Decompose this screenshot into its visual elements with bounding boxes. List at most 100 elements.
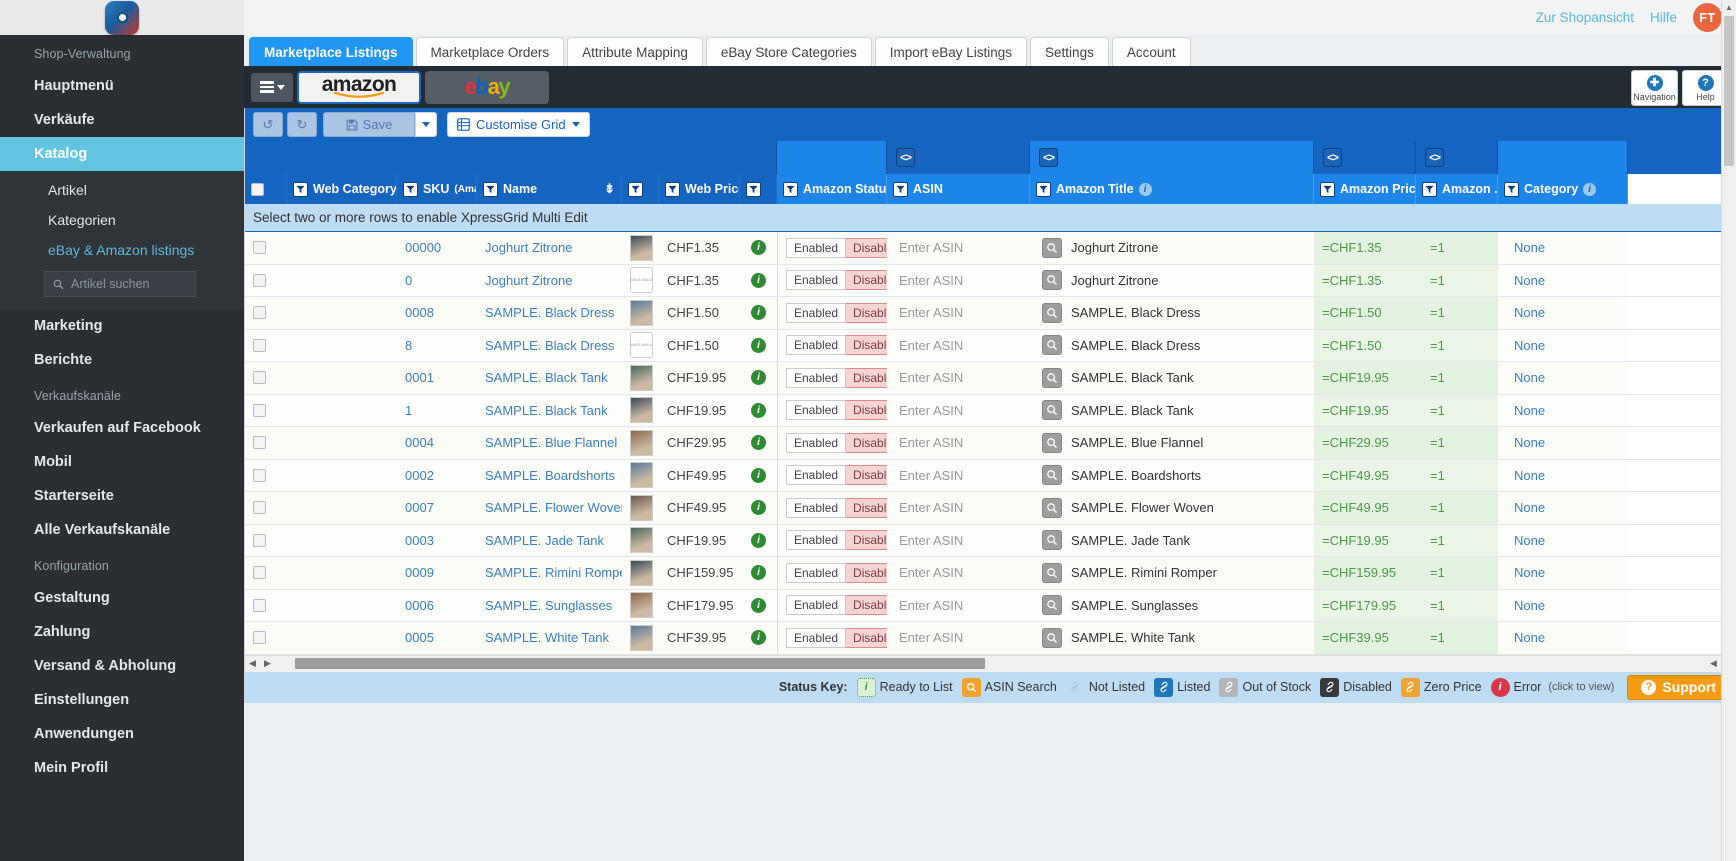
cell-asin[interactable]: Enter ASIN xyxy=(887,557,1030,589)
cell-amazon_qty[interactable]: =1 xyxy=(1416,524,1498,556)
row-checkbox[interactable] xyxy=(253,436,266,450)
marketplace-tab-amazon[interactable]: amazon xyxy=(297,70,421,104)
disabled-option[interactable]: Disabled xyxy=(846,627,887,648)
cell-amazon_title[interactable]: SAMPLE. Rimini Romper xyxy=(1030,557,1314,589)
cell-amazon_title[interactable]: SAMPLE. Black Dress xyxy=(1030,297,1314,329)
cell-amazon_qty[interactable]: =1 xyxy=(1416,264,1498,296)
cell-name[interactable]: SAMPLE. Flower Woven xyxy=(477,492,622,524)
row-checkbox[interactable] xyxy=(253,533,266,547)
cell-sku[interactable]: 0008 xyxy=(397,297,477,329)
asin-input[interactable]: Enter ASIN xyxy=(899,630,963,645)
cell-amazon_status[interactable]: EnabledDisabled xyxy=(777,589,887,621)
cell-asin[interactable]: Enter ASIN xyxy=(887,362,1030,394)
cell-image[interactable] xyxy=(622,362,659,394)
cell-web_price[interactable]: CHF29.95 xyxy=(659,427,740,459)
row-checkbox[interactable] xyxy=(253,371,266,385)
cell-web_price[interactable]: CHF19.95 xyxy=(659,362,740,394)
cell-web_info[interactable]: i xyxy=(740,232,777,264)
cell-category[interactable]: None xyxy=(1498,394,1628,426)
sidebar-item-gestaltung[interactable]: Gestaltung xyxy=(0,581,244,615)
asin-search-icon[interactable] xyxy=(1042,302,1062,323)
cell-image[interactable]: NO IMAGE AVAILABLE xyxy=(622,329,659,361)
ready-to-list-icon[interactable]: i xyxy=(751,500,766,516)
enabled-option[interactable]: Enabled xyxy=(786,595,847,616)
cell-web_info[interactable]: i xyxy=(740,427,777,459)
disabled-option[interactable]: Disabled xyxy=(846,465,887,486)
sidebar-item-marketing[interactable]: Marketing xyxy=(0,309,244,343)
cell-check[interactable] xyxy=(245,459,287,491)
sidebar-item-berichte[interactable]: Berichte xyxy=(0,343,244,377)
table-row[interactable]: 0008 SAMPLE. Black Dress CHF1.50 i Enabled Di… xyxy=(245,297,1736,330)
cell-name[interactable]: SAMPLE. Sunglasses xyxy=(477,589,622,621)
ready-to-list-icon[interactable]: i xyxy=(751,337,766,353)
scroll-right-small-icon[interactable]: ▶ xyxy=(260,658,275,669)
ready-to-list-icon[interactable]: i xyxy=(751,240,766,256)
asin-search-icon[interactable] xyxy=(1042,595,1062,616)
column-header-image[interactable] xyxy=(622,174,659,204)
status-key-disabled[interactable]: Disabled xyxy=(1320,677,1392,697)
cell-name[interactable]: SAMPLE. Blue Flannel xyxy=(477,427,622,459)
status-key-out-of-stock[interactable]: Out of Stock xyxy=(1219,677,1311,697)
cell-amazon_status[interactable]: EnabledDisabled xyxy=(777,394,887,426)
enabled-option[interactable]: Enabled xyxy=(786,497,847,518)
tab-account[interactable]: Account xyxy=(1111,37,1191,66)
cell-web_price[interactable]: CHF1.50 xyxy=(659,329,740,361)
cell-check[interactable] xyxy=(245,362,287,394)
tab-ebay-store-categories[interactable]: eBay Store Categories xyxy=(705,37,872,66)
cell-image[interactable] xyxy=(622,232,659,264)
column-header-category[interactable]: Category i xyxy=(1498,174,1628,204)
column-header-amazon_status[interactable]: Amazon Status xyxy=(777,174,887,204)
asin-input[interactable]: Enter ASIN xyxy=(899,468,963,483)
marketplace-tab-ebay[interactable]: ebay xyxy=(425,70,549,104)
cell-web_price[interactable]: CHF19.95 xyxy=(659,524,740,556)
row-checkbox[interactable] xyxy=(253,566,266,580)
cell-name[interactable]: Joghurt Zitrone xyxy=(477,232,622,264)
cell-asin[interactable]: Enter ASIN xyxy=(887,589,1030,621)
cell-amazon_price[interactable]: =CHF1.50 xyxy=(1314,297,1416,329)
ready-to-list-icon[interactable]: i xyxy=(751,435,766,451)
asin-search-icon[interactable] xyxy=(1042,270,1062,291)
enabled-option[interactable]: Enabled xyxy=(786,400,847,421)
code-toggle-icon[interactable]: <> xyxy=(1425,148,1444,167)
table-row[interactable]: 0006 SAMPLE. Sunglasses CHF179.95 i Enabled D… xyxy=(245,589,1736,622)
cell-web_price[interactable]: CHF1.50 xyxy=(659,297,740,329)
cell-amazon_qty[interactable]: =1 xyxy=(1416,427,1498,459)
cell-sku[interactable]: 0009 xyxy=(397,557,477,589)
asin-search-icon[interactable] xyxy=(1042,367,1062,388)
cell-name[interactable]: SAMPLE. Boardshorts xyxy=(477,459,622,491)
cell-sku[interactable]: 0006 xyxy=(397,589,477,621)
scroll-left-end-icon[interactable]: ◀ xyxy=(1706,658,1721,669)
sidebar-item-hauptmenu[interactable]: Hauptmenü xyxy=(0,69,244,103)
status-key-not-listed[interactable]: Not Listed xyxy=(1066,680,1145,694)
cell-amazon_qty[interactable]: =1 xyxy=(1416,362,1498,394)
cell-category[interactable]: None xyxy=(1498,622,1628,654)
cell-amazon_status[interactable]: EnabledDisabled xyxy=(777,329,887,361)
select-all-checkbox[interactable] xyxy=(251,182,264,196)
cell-check[interactable] xyxy=(245,232,287,264)
table-row[interactable]: 1 SAMPLE. Black Tank CHF19.95 i Enabled Disab… xyxy=(245,394,1736,427)
amazon-status-toggle[interactable]: EnabledDisabled xyxy=(786,530,887,551)
ready-to-list-icon[interactable]: i xyxy=(751,305,766,321)
row-checkbox[interactable] xyxy=(253,501,266,515)
cell-amazon_status[interactable]: EnabledDisabled xyxy=(777,297,887,329)
cell-sku[interactable]: 1 xyxy=(397,394,477,426)
cell-amazon_price[interactable]: =CHF49.95 xyxy=(1314,492,1416,524)
filter-icon[interactable] xyxy=(783,181,798,197)
cell-amazon_price[interactable]: =CHF49.95 xyxy=(1314,459,1416,491)
cell-asin[interactable]: Enter ASIN xyxy=(887,264,1030,296)
tab-marketplace-listings[interactable]: Marketplace Listings xyxy=(249,37,413,66)
filter-icon[interactable] xyxy=(1422,181,1437,197)
amazon-status-toggle[interactable]: EnabledDisabled xyxy=(786,367,887,388)
hscroll-thumb[interactable] xyxy=(295,658,985,669)
cell-amazon_qty[interactable]: =1 xyxy=(1416,394,1498,426)
avatar[interactable]: FT xyxy=(1693,3,1722,32)
asin-input[interactable]: Enter ASIN xyxy=(899,435,963,450)
disabled-option[interactable]: Disabled xyxy=(846,432,887,453)
cell-amazon_title[interactable]: SAMPLE. Black Tank xyxy=(1030,394,1314,426)
sidebar-item-kategorien[interactable]: Kategorien xyxy=(0,205,244,235)
filter-icon[interactable] xyxy=(665,181,680,197)
disabled-option[interactable]: Disabled xyxy=(846,562,887,583)
cell-amazon_price[interactable]: =CHF19.95 xyxy=(1314,362,1416,394)
cell-category[interactable]: None xyxy=(1498,427,1628,459)
cell-asin[interactable]: Enter ASIN xyxy=(887,492,1030,524)
